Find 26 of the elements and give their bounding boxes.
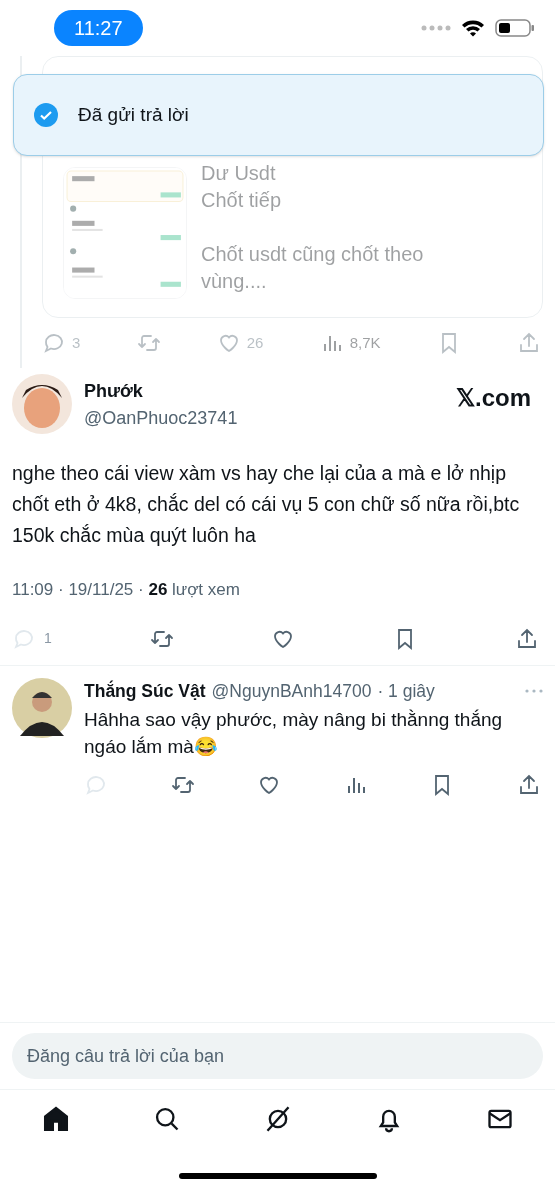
post-meta: 11:09 · 19/11/25 · 26 lượt xem (12, 579, 241, 601)
reply-author-handle[interactable]: @NguynBAnh14700 (211, 677, 372, 704)
quoted-post-text: Dư Usdt (201, 161, 277, 186)
reply-author-name[interactable]: Thắng Súc Vật (84, 677, 206, 704)
wifi-icon (461, 19, 485, 37)
battery-icon (495, 18, 535, 38)
share-icon[interactable] (515, 626, 539, 651)
home-icon[interactable] (41, 1105, 70, 1133)
status-time: 11:27 (54, 10, 143, 46)
post-text: nghe theo cái view xàm vs hay che lại của a mà e lở nhịp chốt eth ở 4k8, chắc del có cái vụ 5 con chữ số nữa rồi,btc 150k chắc mùa quýt luôn ha (12, 461, 521, 548)
author-name[interactable]: Phướk (84, 378, 444, 405)
quoted-post-text: Chốt tiếp (201, 188, 283, 213)
view-count: 8,7K (349, 332, 381, 353)
toast-message: Đã gửi trả lời (78, 102, 189, 127)
reply-input[interactable]: Đăng câu trả lời của bạn (12, 1033, 543, 1079)
signal-icon (421, 25, 451, 31)
like-count: 26 (246, 332, 264, 353)
avatar[interactable] (12, 677, 72, 738)
reply-count: 1 (44, 629, 52, 648)
x-logo-text: 𝕏.com (456, 383, 531, 413)
quoted-post-text: Chốt usdt cũng chốt theo vùng.... (201, 242, 425, 294)
reply-text: Hâhha sao vậy phước, mày nâng bi thằnng thắng ngáo lắm mà😂 (84, 707, 504, 759)
author-handle[interactable]: @OanPhuoc23741 (84, 405, 444, 432)
reply-time: · 1 giây (377, 679, 435, 703)
check-circle-icon (34, 103, 58, 127)
reply-count: 3 (72, 332, 81, 353)
